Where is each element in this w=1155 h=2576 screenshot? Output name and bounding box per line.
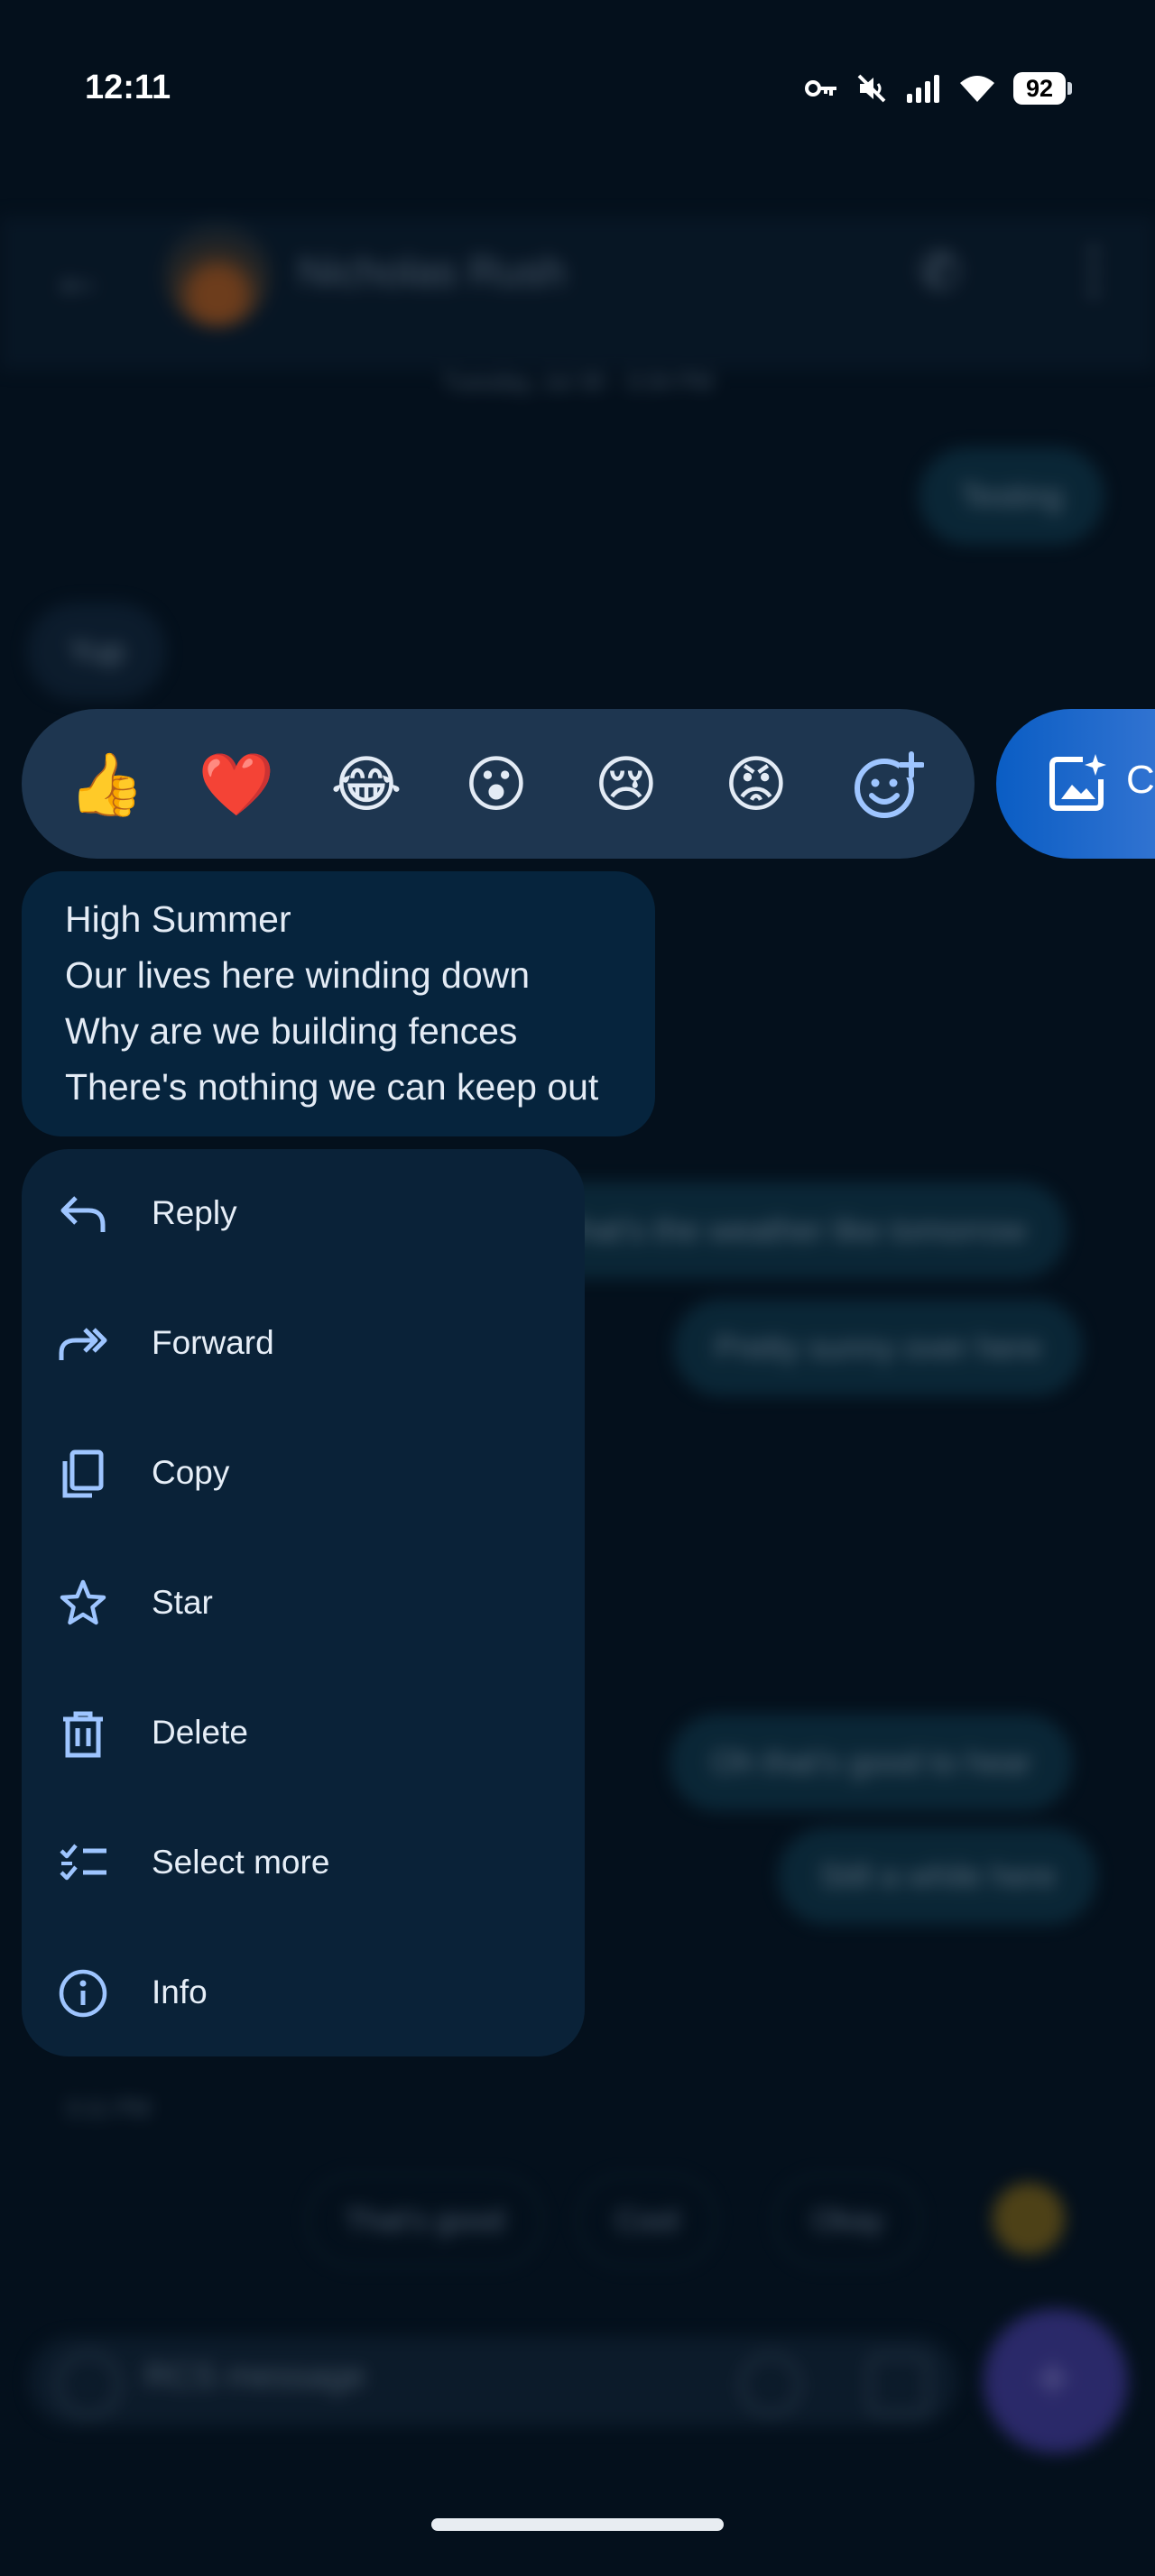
signal-icon (907, 75, 939, 103)
message-line: There's nothing we can keep out (65, 1066, 599, 1108)
menu-label: Info (152, 1973, 208, 2010)
menu-item-star[interactable]: Star (22, 1539, 585, 1669)
message-bubble: Oh that's good to hear (670, 1714, 1074, 1811)
reaction-bar: 👍 ❤️ 😂 😮 😢 😡 (22, 709, 975, 859)
menu-label: Copy (152, 1454, 230, 1491)
create-label: Cr (1126, 758, 1155, 802)
reaction-crying[interactable]: 😢 (581, 740, 671, 830)
smart-reply-chip: Okay (774, 2174, 922, 2268)
wifi-icon (960, 76, 994, 102)
message-context-menu: Reply Forward Copy Star Delete Select mo… (22, 1149, 585, 2056)
conversation-date: Tuesday, Jul 30 · 3:34 PM (441, 368, 714, 395)
more-options-icon: ⋮ (1065, 237, 1123, 302)
gallery-icon (868, 2354, 929, 2415)
back-arrow-icon: ← (51, 246, 105, 307)
message-timestamp: 3:11 PM (65, 2094, 151, 2121)
battery-indicator: 92 (1013, 72, 1072, 105)
gesture-navigation-bar[interactable] (431, 2518, 724, 2531)
copy-icon (62, 1449, 104, 1498)
menu-item-select-more[interactable]: Select more (22, 1799, 585, 1928)
contact-avatar (164, 221, 271, 327)
create-image-button[interactable]: Cr (996, 709, 1155, 859)
add-attachment-icon (56, 2352, 121, 2417)
message-line: Our lives here winding down (65, 954, 531, 996)
add-reaction-icon (855, 751, 924, 818)
menu-item-delete[interactable]: Delete (22, 1669, 585, 1799)
add-reaction-button[interactable] (843, 740, 933, 830)
delete-icon (63, 1711, 103, 1758)
message-bubble: Pretty sunny over here (673, 1299, 1084, 1396)
contact-name: Nicholas Rush (298, 248, 566, 295)
reaction-laughing[interactable]: 😂 (321, 740, 411, 830)
reaction-thumbs-up[interactable]: 👍 (61, 740, 152, 830)
emoji-icon (740, 2354, 801, 2415)
menu-label: Delete (152, 1714, 248, 1751)
menu-label: Select more (152, 1844, 330, 1881)
menu-label: Forward (152, 1324, 274, 1361)
menu-item-reply[interactable]: Reply (22, 1149, 585, 1279)
menu-label: Reply (152, 1194, 237, 1231)
emoji-suggestion-icon (993, 2183, 1065, 2255)
smart-reply-chip: Cool (578, 2174, 716, 2268)
menu-item-info[interactable]: Info (22, 1928, 585, 2058)
status-time: 12:11 (85, 69, 171, 106)
forward-icon (59, 1328, 107, 1360)
status-icons: 92 (804, 72, 1072, 105)
message-bubble: Still a while here (778, 1827, 1098, 1925)
star-icon (60, 1579, 106, 1625)
reaction-surprised[interactable]: 😮 (451, 740, 541, 830)
mute-icon (857, 74, 886, 103)
vpn-key-icon (805, 80, 836, 97)
menu-label: Star (152, 1584, 213, 1621)
message-line: High Summer (65, 898, 291, 940)
plus-icon: + (1034, 2342, 1071, 2413)
battery-icon (1067, 82, 1072, 95)
ai-image-icon (1049, 754, 1106, 811)
info-icon (59, 1969, 107, 2018)
compose-placeholder: RCS message (144, 2358, 365, 2396)
menu-item-forward[interactable]: Forward (22, 1279, 585, 1409)
message-bubble: What's the weather like tomorrow (505, 1182, 1068, 1279)
reply-icon (60, 1196, 106, 1232)
message-bubble: Testing (919, 447, 1105, 545)
battery-level: 92 (1013, 72, 1066, 105)
phone-icon: ✆ (919, 243, 961, 299)
menu-item-copy[interactable]: Copy (22, 1409, 585, 1539)
reaction-heart[interactable]: ❤️ (191, 740, 282, 830)
reaction-angry[interactable]: 😡 (711, 740, 801, 830)
selected-message-bubble: High Summer Our lives here winding down … (22, 871, 655, 1136)
message-bubble: Yup (27, 603, 167, 700)
smart-reply-chip: That's good (307, 2174, 542, 2268)
message-line: Why are we building fences (65, 1010, 518, 1052)
select-more-icon (60, 1844, 106, 1881)
